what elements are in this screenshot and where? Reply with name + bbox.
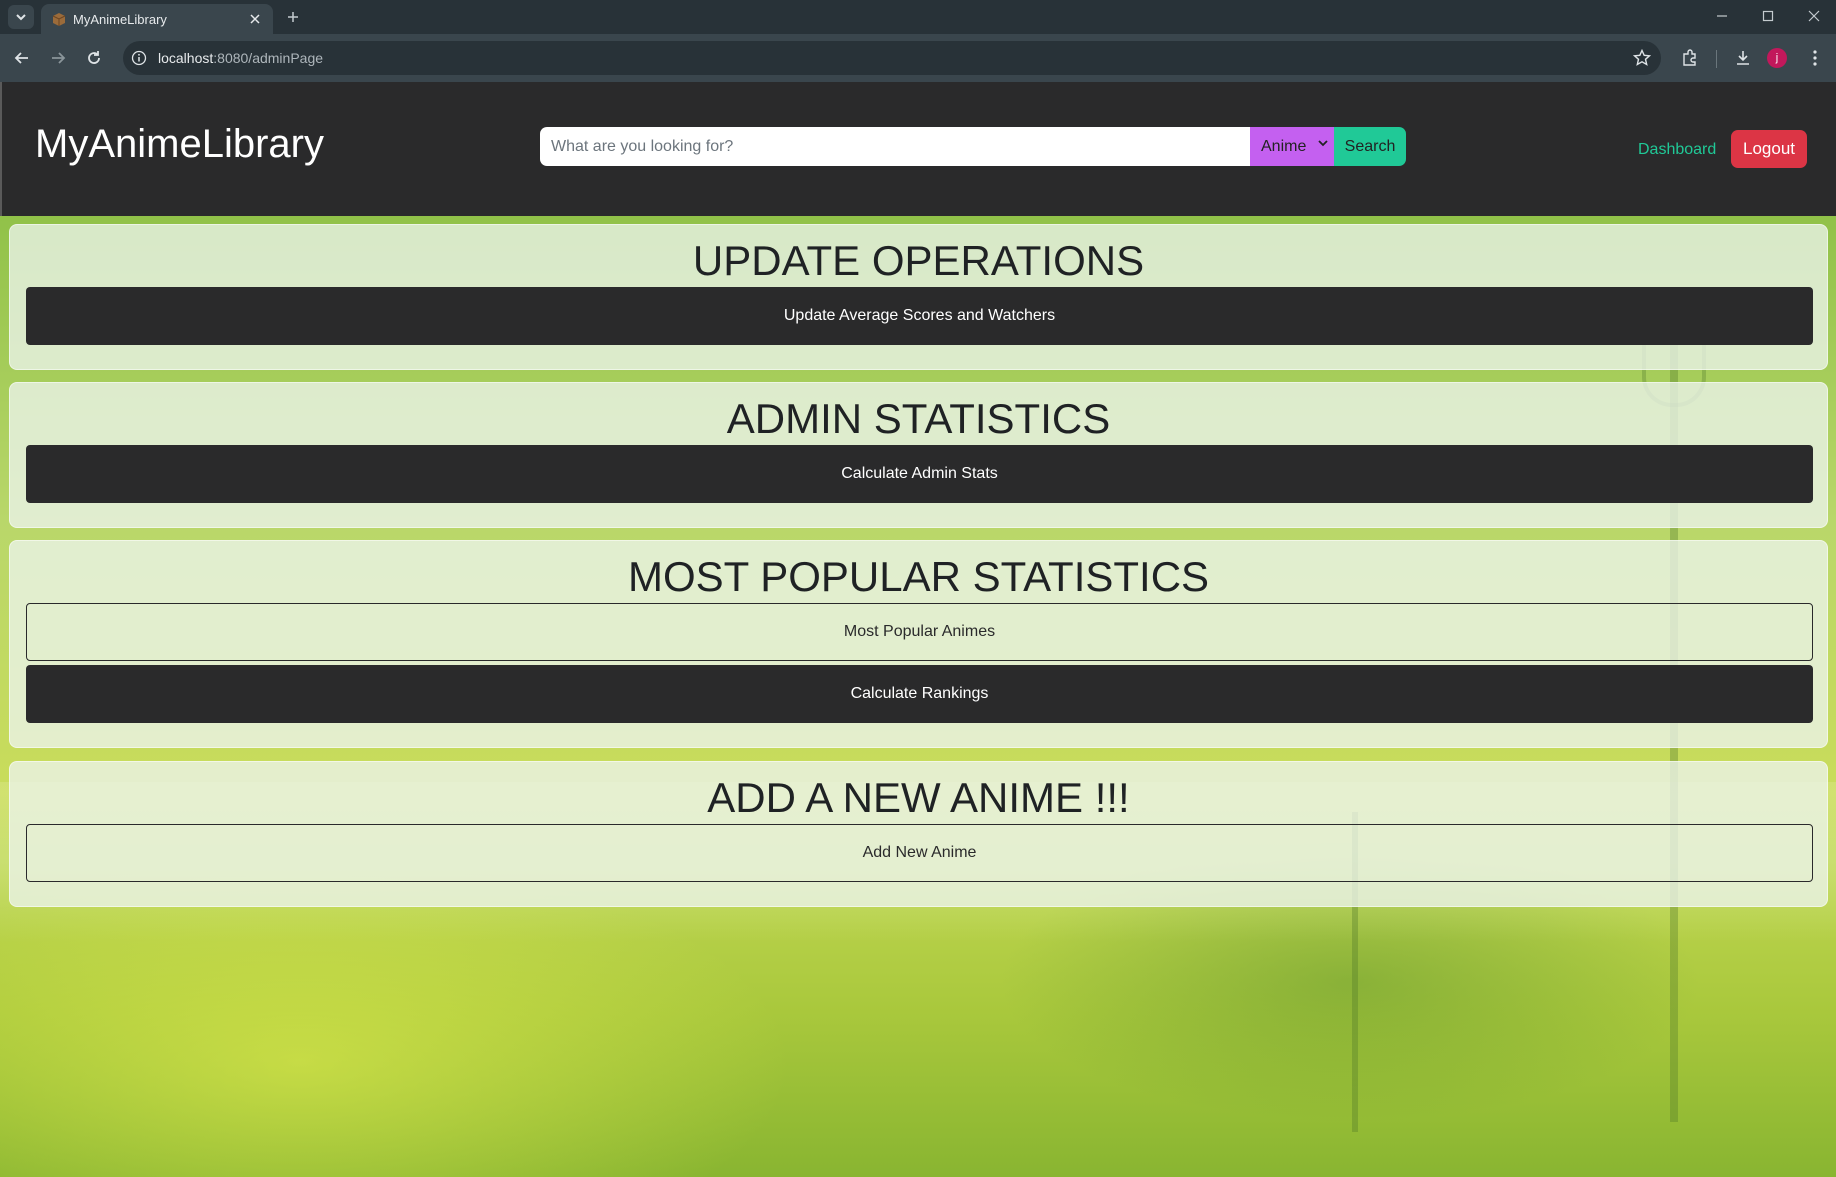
chevron-down-icon — [16, 14, 26, 21]
calculate-admin-stats-button[interactable]: Calculate Admin Stats — [26, 445, 1813, 503]
section-title: ADMIN STATISTICS — [726, 395, 1111, 442]
back-icon[interactable] — [10, 46, 34, 70]
tab-search-menu-button[interactable] — [8, 5, 34, 29]
extensions-icon[interactable] — [1678, 46, 1702, 70]
minimize-icon[interactable] — [1702, 4, 1742, 28]
search-input[interactable] — [540, 127, 1250, 166]
forward-icon[interactable] — [46, 46, 70, 70]
browser-tab[interactable]: MyAnimeLibrary — [41, 4, 273, 34]
page-content: MyAnimeLibrary Anime Search Dashboard Lo… — [0, 82, 1836, 1177]
reload-icon[interactable] — [82, 46, 106, 70]
admin-statistics-card: ADMIN STATISTICS Calculate Admin Stats — [9, 382, 1828, 528]
download-icon[interactable] — [1731, 46, 1755, 70]
url-text: localhost:8080/adminPage — [158, 50, 324, 66]
kebab-menu-icon[interactable] — [1803, 46, 1827, 70]
site-brand[interactable]: MyAnimeLibrary — [35, 122, 324, 167]
toolbar-divider — [1716, 50, 1717, 68]
search-type-select[interactable]: Anime — [1250, 127, 1334, 166]
browser-tab-bar: MyAnimeLibrary — [0, 0, 1836, 34]
section-title: ADD A NEW ANIME !!! — [707, 774, 1130, 821]
add-anime-card: ADD A NEW ANIME !!! Add New Anime — [9, 761, 1828, 907]
tab-title: MyAnimeLibrary — [73, 12, 167, 27]
section-title: UPDATE OPERATIONS — [692, 237, 1145, 284]
info-icon[interactable] — [129, 48, 149, 68]
section-title: MOST POPULAR STATISTICS — [627, 553, 1210, 600]
site-navbar: MyAnimeLibrary Anime Search Dashboard Lo… — [0, 82, 1836, 216]
search-button[interactable]: Search — [1334, 127, 1406, 166]
address-bar[interactable]: localhost:8080/adminPage — [123, 41, 1661, 75]
search-type-value: Anime — [1261, 137, 1307, 155]
chevron-down-icon — [1318, 137, 1328, 151]
close-icon[interactable] — [245, 9, 265, 29]
dashboard-link[interactable]: Dashboard — [1638, 141, 1716, 159]
plus-icon[interactable] — [282, 6, 304, 28]
calculate-rankings-button[interactable]: Calculate Rankings — [26, 665, 1813, 723]
add-new-anime-button[interactable]: Add New Anime — [26, 824, 1813, 882]
favicon-icon — [52, 13, 66, 26]
profile-avatar[interactable]: j — [1767, 48, 1787, 68]
browser-toolbar: localhost:8080/adminPage j — [0, 34, 1836, 82]
update-operations-card: UPDATE OPERATIONS Update Average Scores … — [9, 224, 1828, 370]
search-form: Anime Search — [540, 127, 1406, 166]
window-close-icon[interactable] — [1794, 4, 1834, 28]
logout-button[interactable]: Logout — [1731, 130, 1807, 168]
most-popular-statistics-card: MOST POPULAR STATISTICS Most Popular Ani… — [9, 540, 1828, 748]
star-icon[interactable] — [1633, 49, 1651, 67]
update-scores-button[interactable]: Update Average Scores and Watchers — [26, 287, 1813, 345]
most-popular-animes-button[interactable]: Most Popular Animes — [26, 603, 1813, 661]
maximize-icon[interactable] — [1748, 4, 1788, 28]
